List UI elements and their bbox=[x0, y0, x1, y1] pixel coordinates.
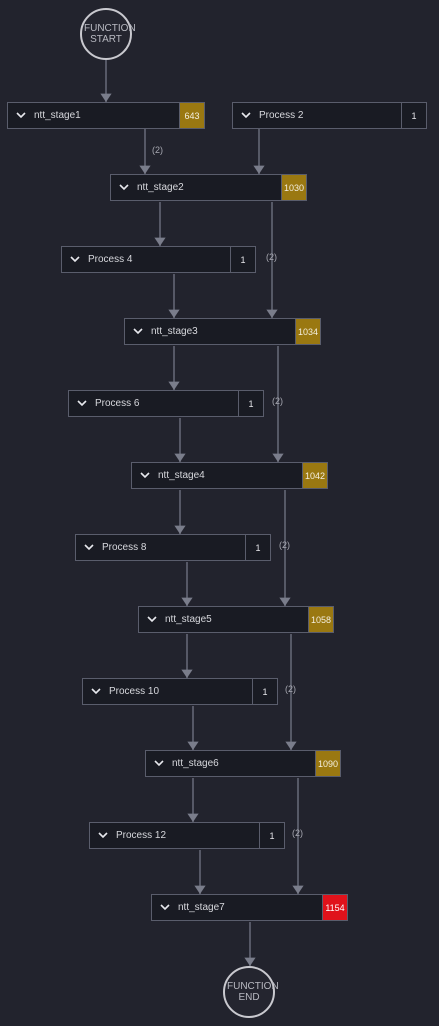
node-count-badge: 1 bbox=[252, 679, 277, 704]
node-count-badge: 1 bbox=[238, 391, 263, 416]
chevron-down-icon[interactable] bbox=[139, 607, 165, 632]
chevron-down-icon[interactable] bbox=[152, 895, 178, 920]
node-label: Process 6 bbox=[95, 398, 140, 409]
node-label: Process 2 bbox=[259, 110, 304, 121]
node-process-12[interactable]: Process 12 1 bbox=[89, 822, 285, 849]
node-process-2[interactable]: Process 2 1 bbox=[232, 102, 427, 129]
node-label: ntt_stage3 bbox=[151, 326, 198, 337]
node-label: Process 12 bbox=[116, 830, 167, 841]
function-start-node: FUNCTION START bbox=[80, 8, 136, 60]
edge-multiplicity-label: (2) bbox=[279, 540, 290, 550]
function-start-label: FUNCTION START bbox=[84, 23, 136, 45]
node-count-badge: 1 bbox=[259, 823, 284, 848]
chevron-down-icon[interactable] bbox=[132, 463, 158, 488]
node-label: ntt_stage6 bbox=[172, 758, 219, 769]
node-process-8[interactable]: Process 8 1 bbox=[75, 534, 271, 561]
node-count-badge: 1 bbox=[230, 247, 255, 272]
node-label: Process 8 bbox=[102, 542, 147, 553]
chevron-down-icon[interactable] bbox=[125, 319, 151, 344]
chevron-down-icon[interactable] bbox=[111, 175, 137, 200]
chevron-down-icon[interactable] bbox=[8, 103, 34, 128]
node-ntt-stage2[interactable]: ntt_stage2 1030 bbox=[110, 174, 307, 201]
edge-multiplicity-label: (2) bbox=[152, 145, 163, 155]
node-ntt-stage6[interactable]: ntt_stage6 1090 bbox=[145, 750, 341, 777]
edge-multiplicity-label: (2) bbox=[292, 828, 303, 838]
node-label: ntt_stage2 bbox=[137, 182, 184, 193]
chevron-down-icon[interactable] bbox=[69, 391, 95, 416]
function-end-label: FUNCTION END bbox=[227, 981, 279, 1003]
node-count-badge: 1090 bbox=[315, 751, 340, 776]
function-end-node: FUNCTION END bbox=[223, 966, 279, 1018]
chevron-down-icon[interactable] bbox=[83, 679, 109, 704]
node-label: ntt_stage5 bbox=[165, 614, 212, 625]
node-count-badge: 643 bbox=[179, 103, 204, 128]
node-ntt-stage5[interactable]: ntt_stage5 1058 bbox=[138, 606, 334, 633]
node-label: Process 4 bbox=[88, 254, 133, 265]
edge-multiplicity-label: (2) bbox=[266, 252, 277, 262]
chevron-down-icon[interactable] bbox=[90, 823, 116, 848]
flow-edges bbox=[100, 60, 304, 966]
node-process-6[interactable]: Process 6 1 bbox=[68, 390, 264, 417]
node-process-10[interactable]: Process 10 1 bbox=[82, 678, 278, 705]
node-count-badge: 1 bbox=[401, 103, 426, 128]
node-ntt-stage3[interactable]: ntt_stage3 1034 bbox=[124, 318, 321, 345]
node-label: Process 10 bbox=[109, 686, 160, 697]
edge-multiplicity-label: (2) bbox=[272, 396, 283, 406]
node-ntt-stage1[interactable]: ntt_stage1 643 bbox=[7, 102, 205, 129]
node-count-badge: 1030 bbox=[281, 175, 306, 200]
node-ntt-stage7[interactable]: ntt_stage7 1154 bbox=[151, 894, 348, 921]
node-ntt-stage4[interactable]: ntt_stage4 1042 bbox=[131, 462, 328, 489]
chevron-down-icon[interactable] bbox=[233, 103, 259, 128]
chevron-down-icon[interactable] bbox=[62, 247, 88, 272]
node-count-badge: 1154 bbox=[322, 895, 347, 920]
node-label: ntt_stage1 bbox=[34, 110, 81, 121]
node-count-badge: 1034 bbox=[295, 319, 320, 344]
node-count-badge: 1042 bbox=[302, 463, 327, 488]
node-count-badge: 1 bbox=[245, 535, 270, 560]
node-process-4[interactable]: Process 4 1 bbox=[61, 246, 256, 273]
chevron-down-icon[interactable] bbox=[146, 751, 172, 776]
chevron-down-icon[interactable] bbox=[76, 535, 102, 560]
node-count-badge: 1058 bbox=[308, 607, 333, 632]
node-label: ntt_stage7 bbox=[178, 902, 225, 913]
node-label: ntt_stage4 bbox=[158, 470, 205, 481]
edge-multiplicity-label: (2) bbox=[285, 684, 296, 694]
